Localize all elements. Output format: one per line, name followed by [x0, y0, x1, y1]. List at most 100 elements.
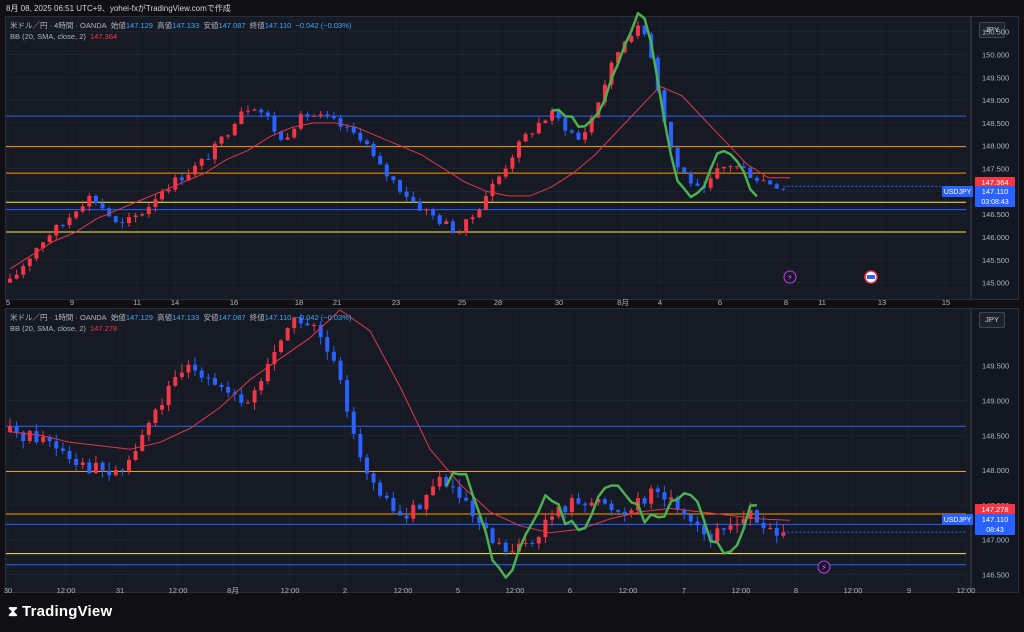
candle [364, 453, 369, 481]
candle [331, 346, 336, 364]
candle [695, 516, 700, 533]
candle [516, 139, 521, 163]
candle [74, 210, 79, 220]
candle [411, 191, 416, 204]
price-tick-label: 148.500 [982, 431, 1009, 440]
candle [490, 179, 495, 202]
candle [774, 182, 779, 189]
candle [616, 509, 621, 516]
legend-symbol[interactable]: 米ドル／円 · 4時間 · OANDA [10, 21, 107, 30]
bb-indicator-label[interactable]: BB (20, SMA, close, 2) [10, 32, 86, 41]
candle-body [14, 274, 19, 279]
candle-body [510, 551, 515, 553]
candle-body [179, 177, 184, 181]
candle [80, 200, 85, 214]
candle-body [312, 115, 317, 117]
candle [54, 434, 59, 457]
candle [292, 127, 297, 139]
candle [728, 517, 733, 534]
candle-body [252, 109, 257, 111]
candle-body [140, 214, 145, 216]
price-tick-label: 146.000 [982, 233, 1009, 242]
candle-body [166, 189, 171, 192]
candle [67, 446, 72, 464]
candle-body [490, 183, 495, 197]
candle [384, 492, 389, 501]
time-tick-label: 30 [555, 298, 563, 307]
candle [80, 458, 85, 470]
time-tick-label: 12:00 [844, 586, 863, 595]
last-price-tag-text: 147.110 [982, 187, 1009, 196]
candle [602, 496, 607, 505]
candle-body [41, 436, 46, 443]
candle-body [437, 215, 442, 224]
candle [569, 129, 574, 135]
legend-high: 147.133 [172, 313, 200, 322]
candle-body [774, 184, 779, 189]
candle-body [523, 542, 528, 544]
candle-body [93, 462, 98, 474]
candle-body [358, 132, 363, 141]
bb-indicator-label[interactable]: BB (20, SMA, close, 2) [10, 324, 86, 333]
candle-body [186, 364, 191, 373]
lightning-event-glyph: ⚡ [787, 273, 793, 282]
time-tick-label: 12:00 [169, 586, 188, 595]
price-tick-label: 148.500 [982, 119, 1009, 128]
candle [655, 485, 660, 498]
time-tick-label: 12:00 [394, 586, 413, 595]
candle [226, 134, 231, 139]
candle-body [530, 542, 535, 544]
candle-body [331, 116, 336, 119]
legend-symbol[interactable]: 米ドル／円 · 1時間 · OANDA [10, 313, 107, 322]
candle [140, 212, 145, 217]
time-tick-label: 16 [230, 298, 238, 307]
candle [424, 493, 429, 516]
candle-body [682, 167, 687, 173]
candle-body [193, 364, 198, 371]
tradingview-logo-icon: ⧗ [8, 603, 19, 619]
time-tick-label: 2 [343, 586, 347, 595]
candle [206, 153, 211, 161]
candle-body [602, 499, 607, 504]
candle-body [34, 431, 39, 443]
candle [583, 128, 588, 144]
candle-body [226, 135, 231, 137]
candle [239, 107, 244, 125]
candle [107, 462, 112, 481]
time-tick-label: 9 [907, 586, 911, 595]
candle-body [543, 519, 548, 538]
candle [708, 174, 713, 191]
candle-body [576, 132, 581, 140]
candle [768, 180, 773, 185]
price-tick-label: 146.500 [982, 210, 1009, 219]
candle [391, 175, 396, 184]
bar-countdown-text: 03:08:43 [981, 199, 1008, 206]
legend-low: 147.087 [218, 313, 246, 322]
candle-body [688, 172, 693, 184]
candle-body [206, 377, 211, 379]
candle [523, 132, 528, 142]
chart-plot-0: 150.500 150.000 149.500 149.000 148.500 148.0… [6, 11, 1015, 307]
candle-body [212, 143, 217, 160]
legend-1h: 米ドル／円 · 1時間 · OANDA 始値147.129 高値147.133 … [10, 313, 352, 333]
candle-body [748, 167, 753, 178]
candle-body [695, 521, 700, 526]
candle [371, 472, 376, 491]
candle-body [212, 377, 217, 385]
symbol-tag-text: USDJPY [944, 189, 972, 196]
candle [530, 132, 535, 138]
candle [411, 499, 416, 523]
candle [338, 356, 343, 385]
candle-body [54, 441, 59, 449]
candle [219, 382, 224, 392]
candle-body [589, 502, 594, 506]
candle-body [166, 385, 171, 406]
candle [543, 512, 548, 543]
candle-body [715, 528, 720, 542]
candle [67, 213, 72, 229]
price-tick-label: 145.500 [982, 256, 1009, 265]
tradingview-logo[interactable]: ⧗ TradingView [8, 603, 112, 620]
candle-body [715, 168, 720, 179]
candle-body [226, 386, 231, 393]
candle [272, 344, 277, 371]
